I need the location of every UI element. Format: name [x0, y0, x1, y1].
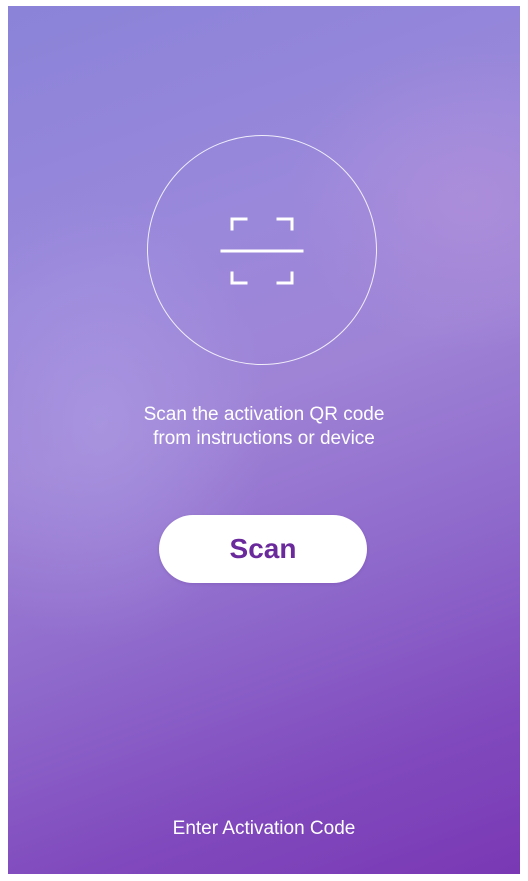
qr-scan-icon[interactable] — [216, 205, 308, 297]
scan-button[interactable]: Scan — [159, 515, 367, 583]
instruction-text-line1: Scan the activation QR code — [143, 404, 385, 425]
enter-activation-code-link[interactable]: Enter Activation Code — [64, 817, 464, 841]
instruction-text-line2: from instructions or device — [153, 428, 375, 449]
activation-screen: Scan the activation QR code from instruc… — [8, 6, 520, 874]
